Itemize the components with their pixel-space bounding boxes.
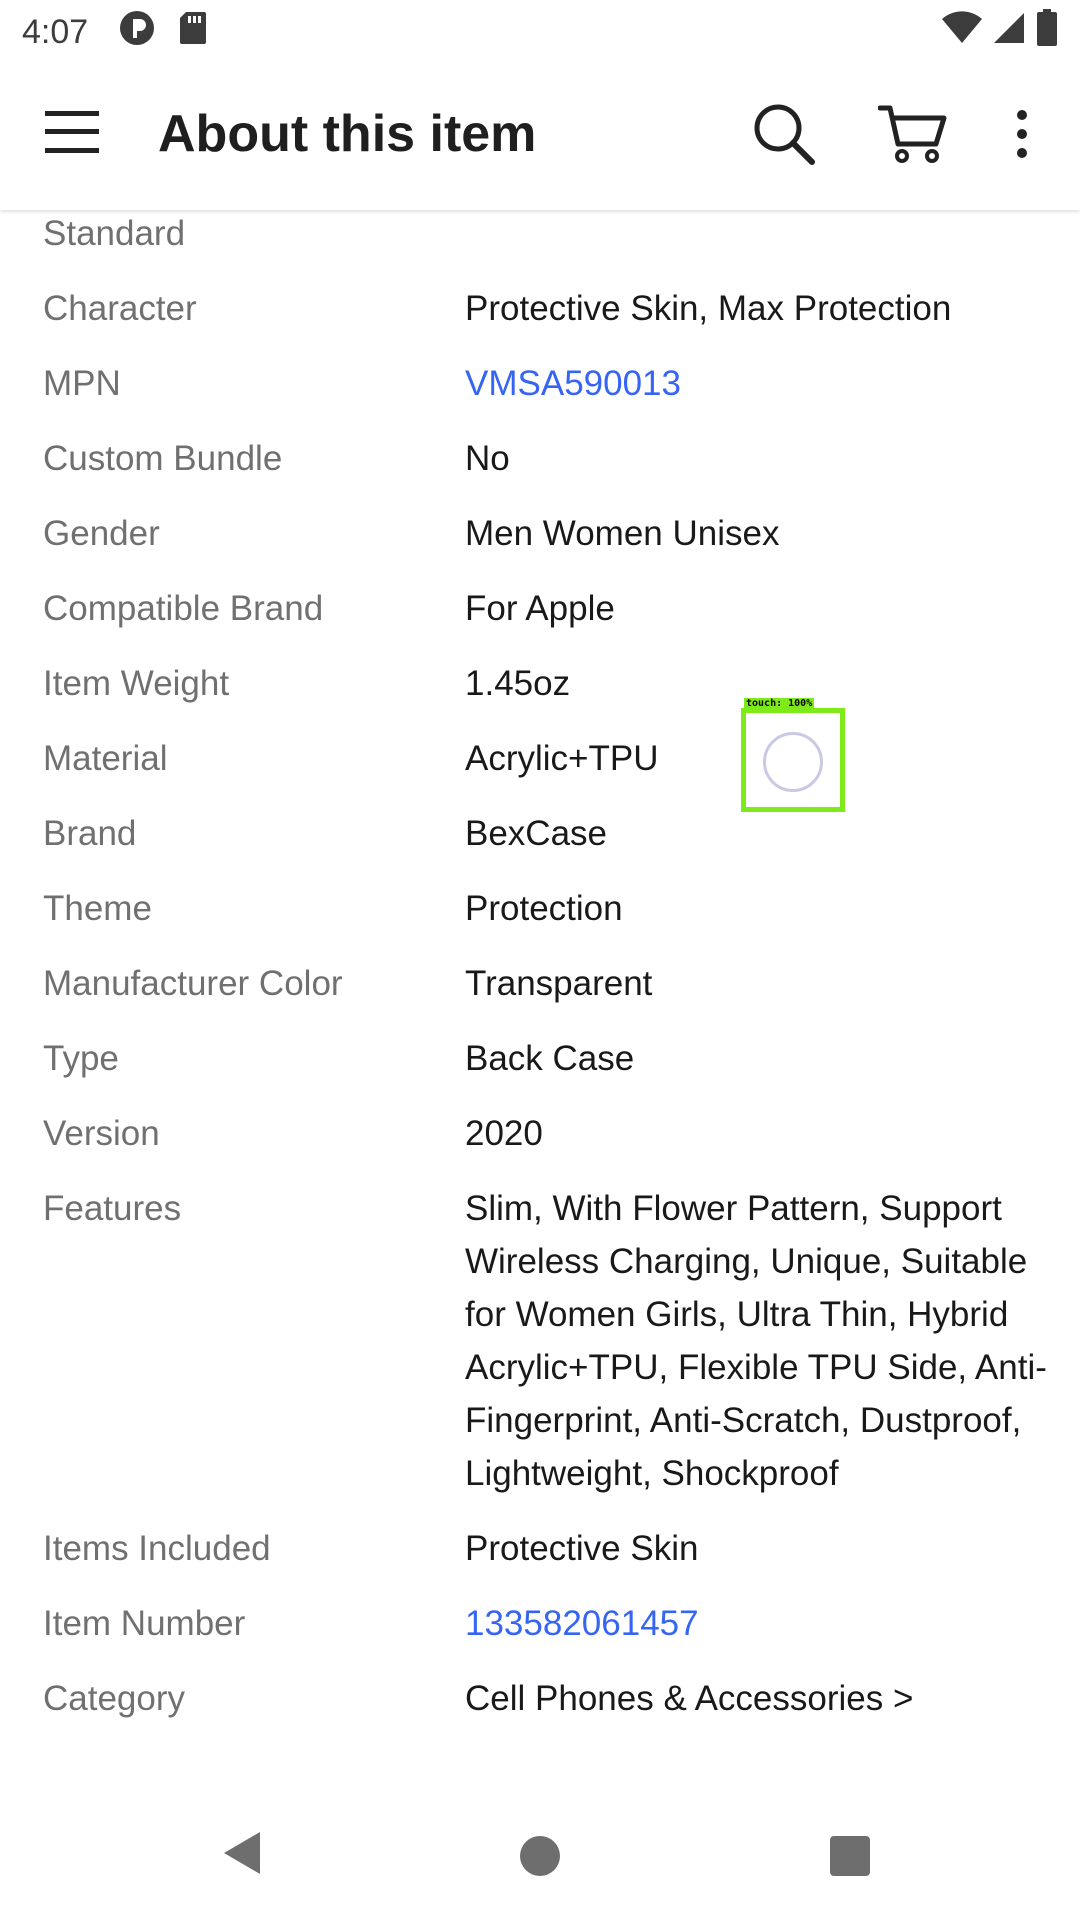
spec-value: Back Case — [465, 1039, 635, 1078]
recents-icon[interactable] — [830, 1836, 870, 1876]
home-icon[interactable] — [520, 1836, 560, 1876]
privacy-icon — [118, 9, 156, 56]
spec-row: Items Included Protective Skin — [0, 1511, 1080, 1586]
spec-label: Manufacturer Color — [43, 964, 343, 1003]
spec-value: Transparent — [465, 964, 653, 1003]
spec-list: Standard Character Protective Skin, Max Pr… — [0, 210, 1080, 1736]
spec-label: Brand — [43, 814, 137, 853]
signal-icon — [992, 11, 1026, 54]
status-bar: 4:07 — [0, 0, 1080, 64]
spec-value: Men Women Unisex — [465, 514, 780, 553]
touch-point — [763, 732, 823, 792]
app-bar: About this item — [0, 64, 1080, 210]
menu-icon — [45, 109, 99, 160]
spec-value: Protective Skin, Max Protection — [465, 289, 952, 328]
spec-row: Item Weight 1.45oz — [0, 646, 1080, 721]
more-vert-icon — [1004, 110, 1040, 170]
spec-value: Protection — [465, 889, 623, 928]
spec-label: Custom Bundle — [43, 439, 283, 478]
system-nav-bar — [0, 1788, 1080, 1920]
spec-value-link[interactable]: 133582061457 — [465, 1597, 1055, 1650]
spec-value-link[interactable]: VMSA590013 — [465, 357, 1055, 410]
spec-label: Item Weight — [43, 664, 230, 703]
spec-row: Manufacturer Color Transparent — [0, 946, 1080, 1021]
spec-row: Category Cell Phones & Accessories > — [0, 1661, 1080, 1736]
spec-value: BexCase — [465, 814, 608, 853]
spec-label: Category — [43, 1679, 186, 1718]
spec-row: Features Slim, With Flower Pattern, Suppo… — [0, 1171, 1080, 1511]
cart-icon — [877, 105, 948, 170]
spec-row: Custom Bundle No — [0, 421, 1080, 496]
spec-row: Standard — [0, 210, 1080, 271]
spec-label: Features — [43, 1189, 182, 1228]
spec-row: Item Number 133582061457 — [0, 1586, 1080, 1661]
spec-value: No — [465, 439, 510, 478]
spec-row: Theme Protection — [0, 871, 1080, 946]
sd-card-icon — [178, 10, 208, 55]
more-options-button[interactable] — [1004, 102, 1040, 166]
spec-value: Slim, With Flower Pattern, Support Wirel… — [465, 1189, 1047, 1493]
back-icon[interactable] — [222, 1830, 262, 1881]
spec-label: Type — [43, 1039, 119, 1078]
spec-label: Gender — [43, 514, 160, 553]
spec-row: Brand BexCase — [0, 796, 1080, 871]
spec-label: Standard — [43, 214, 186, 253]
spec-value: For Apple — [465, 589, 615, 628]
spec-label: Theme — [43, 889, 152, 928]
spec-value: Cell Phones & Accessories > — [465, 1679, 914, 1718]
spec-row: Gender Men Women Unisex — [0, 496, 1080, 571]
menu-button[interactable] — [44, 106, 100, 162]
spec-label: MPN — [43, 364, 121, 403]
spec-value: Protective Skin — [465, 1529, 699, 1568]
spec-label: Item Number — [43, 1604, 246, 1643]
spec-label: Character — [43, 289, 197, 328]
spec-row: Compatible Brand For Apple — [0, 571, 1080, 646]
search-icon — [752, 104, 816, 170]
spec-row: MPN VMSA590013 — [0, 346, 1080, 421]
page-title: About this item — [158, 105, 537, 163]
spec-label: Material — [43, 739, 168, 778]
spec-label: Version — [43, 1114, 160, 1153]
cart-button[interactable] — [877, 102, 948, 166]
battery-icon — [1036, 8, 1058, 56]
search-button[interactable] — [752, 102, 816, 166]
spec-label: Items Included — [43, 1529, 271, 1568]
spec-value: 2020 — [465, 1114, 543, 1153]
spec-row: Type Back Case — [0, 1021, 1080, 1096]
spec-label: Compatible Brand — [43, 589, 324, 628]
spec-row: Material Acrylic+TPU — [0, 721, 1080, 796]
item-specifics[interactable]: Standard Character Protective Skin, Max Pr… — [0, 210, 1080, 1788]
spec-row: Version 2020 — [0, 1096, 1080, 1171]
status-time: 4:07 — [22, 12, 89, 51]
spec-row: Character Protective Skin, Max Protection — [0, 271, 1080, 346]
spec-value — [465, 210, 1055, 260]
wifi-icon — [942, 10, 982, 54]
